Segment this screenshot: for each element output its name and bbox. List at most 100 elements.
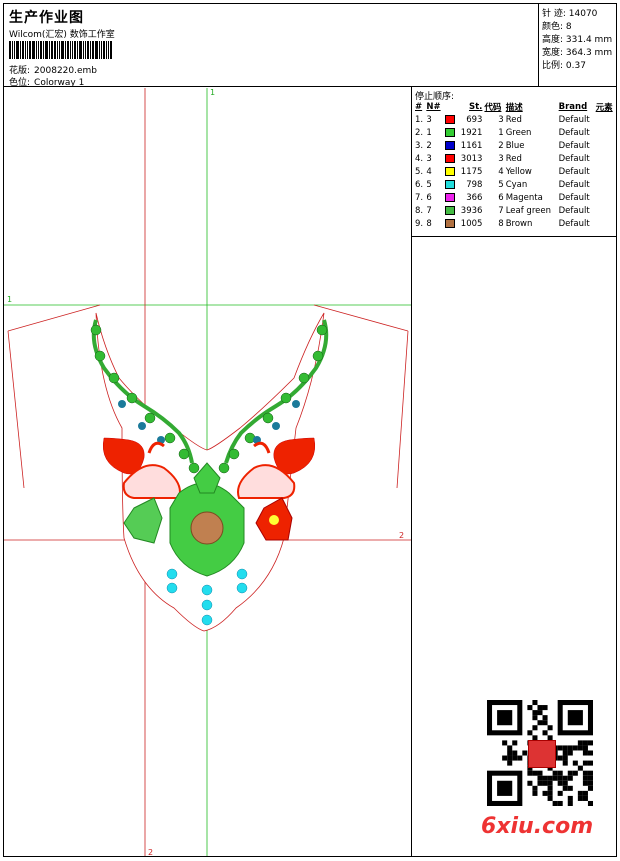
guide-marker-bottom: 2 (148, 848, 153, 856)
col-header: St. (469, 102, 483, 112)
table-row: 1. 3 693 3 Red Default (414, 113, 616, 126)
row-stitches: 3936 (460, 205, 483, 216)
stitches-value: 14070 (568, 9, 598, 19)
stop-sequence-panel: 停止顺序: # N# St. 代码 描述 Brand 元素 1. 3 693 3 Red… (411, 87, 617, 237)
row-swatch (444, 191, 457, 204)
row-index: 4. (415, 153, 424, 164)
row-index: 6. (415, 179, 424, 190)
row-stitches: 1161 (460, 140, 483, 151)
row-description: Yellow (505, 166, 532, 177)
width-label: 宽度: (542, 48, 564, 58)
col-header-swatch (444, 101, 457, 113)
row-index: 9. (415, 218, 424, 229)
colors-value: 8 (565, 22, 572, 32)
row-code: 4 (498, 166, 504, 177)
width-stat: 宽度: 364.3 mm (542, 45, 612, 58)
color-swatch (444, 179, 455, 189)
colorway-row: 色位: Colorway 1 (9, 75, 84, 88)
row-stitches: 3013 (460, 153, 483, 164)
col-header: 元素 (595, 103, 613, 113)
table-row: 8. 7 3936 7 Leaf green Default (414, 204, 616, 217)
table-row: 6. 5 798 5 Cyan Default (414, 178, 616, 191)
table-row: 2. 1 1921 1 Green Default (414, 126, 616, 139)
scale-label: 比例: (542, 61, 564, 71)
guide-marker-right: 2 (399, 531, 404, 540)
row-needle: 6 (426, 192, 432, 203)
col-header: N# (426, 102, 441, 112)
row-swatch (444, 126, 457, 139)
color-swatch (444, 192, 455, 202)
embroidery-preview: 1 1 2 2 (4, 88, 411, 856)
row-brand: Default (558, 153, 590, 164)
row-description: Cyan (505, 179, 528, 190)
row-description: Leaf green (505, 205, 551, 216)
stop-sequence-table: # N# St. 代码 描述 Brand 元素 1. 3 693 3 Red Defaul… (414, 101, 616, 230)
barcode (9, 41, 143, 59)
row-needle: 4 (426, 166, 432, 177)
row-brand: Default (558, 140, 590, 151)
row-stitches: 693 (466, 114, 483, 125)
row-brand: Default (558, 179, 590, 190)
row-swatch (444, 139, 457, 152)
stitches-label: 针 迹: (542, 9, 566, 19)
color-swatch (444, 140, 455, 150)
stitches-stat: 针 迹: 14070 (542, 6, 597, 19)
row-element (595, 152, 616, 165)
color-swatch (444, 127, 455, 137)
row-swatch (444, 217, 457, 230)
flower-center (190, 511, 224, 545)
col-header: 描述 (505, 103, 523, 113)
row-swatch (444, 204, 457, 217)
row-index: 5. (415, 166, 424, 177)
color-swatch (444, 218, 455, 228)
table-header-row: # N# St. 代码 描述 Brand 元素 (414, 101, 616, 113)
row-brand: Default (558, 205, 590, 216)
row-brand: Default (558, 114, 590, 125)
row-index: 1. (415, 114, 424, 125)
guide-marker-top: 1 (210, 88, 215, 97)
row-element (595, 204, 616, 217)
colorway-value: Colorway 1 (34, 78, 85, 88)
row-code: 8 (498, 218, 504, 229)
row-code: 1 (498, 127, 504, 138)
height-value: 331.4 mm (565, 35, 613, 45)
row-element (595, 113, 616, 126)
row-description: Blue (505, 140, 525, 151)
company-subtitle: Wilcom(汇宏) 数饰工作室 (9, 30, 115, 40)
row-swatch (444, 152, 457, 165)
row-brand: Default (558, 192, 590, 203)
row-brand: Default (558, 127, 590, 138)
row-element (595, 178, 616, 191)
table-row: 7. 6 366 6 Magenta Default (414, 191, 616, 204)
colors-stat: 颜色: 8 (542, 19, 572, 32)
guide-marker-left: 1 (7, 295, 12, 304)
row-brand: Default (558, 166, 590, 177)
row-code: 3 (498, 114, 504, 125)
row-index: 7. (415, 192, 424, 203)
table-row: 3. 2 1161 2 Blue Default (414, 139, 616, 152)
red-flower-center (269, 515, 279, 525)
table-row: 9. 8 1005 8 Brown Default (414, 217, 616, 230)
row-stitches: 798 (466, 179, 483, 190)
row-code: 3 (498, 153, 504, 164)
row-swatch (444, 178, 457, 191)
header-panel: 生产作业图 Wilcom(汇宏) 数饰工作室 花版: 2008220.emb 色位… (3, 3, 539, 88)
row-stitches: 1921 (460, 127, 483, 138)
row-description: Brown (505, 218, 533, 229)
red-seal-stamp (528, 740, 556, 768)
row-stitches: 1175 (460, 166, 483, 177)
color-swatch (444, 166, 455, 176)
colorway-label: 色位: (9, 78, 31, 88)
row-needle: 2 (426, 140, 432, 151)
row-stitches: 1005 (460, 218, 483, 229)
row-description: Green (505, 127, 532, 138)
row-brand: Default (558, 218, 590, 229)
height-stat: 高度: 331.4 mm (542, 32, 612, 45)
row-code: 5 (498, 179, 504, 190)
color-swatch (444, 153, 455, 163)
row-element (595, 217, 616, 230)
row-description: Red (505, 153, 522, 164)
row-description: Magenta (505, 192, 543, 203)
scale-stat: 比例: 0.37 (542, 58, 586, 71)
row-index: 3. (415, 140, 424, 151)
